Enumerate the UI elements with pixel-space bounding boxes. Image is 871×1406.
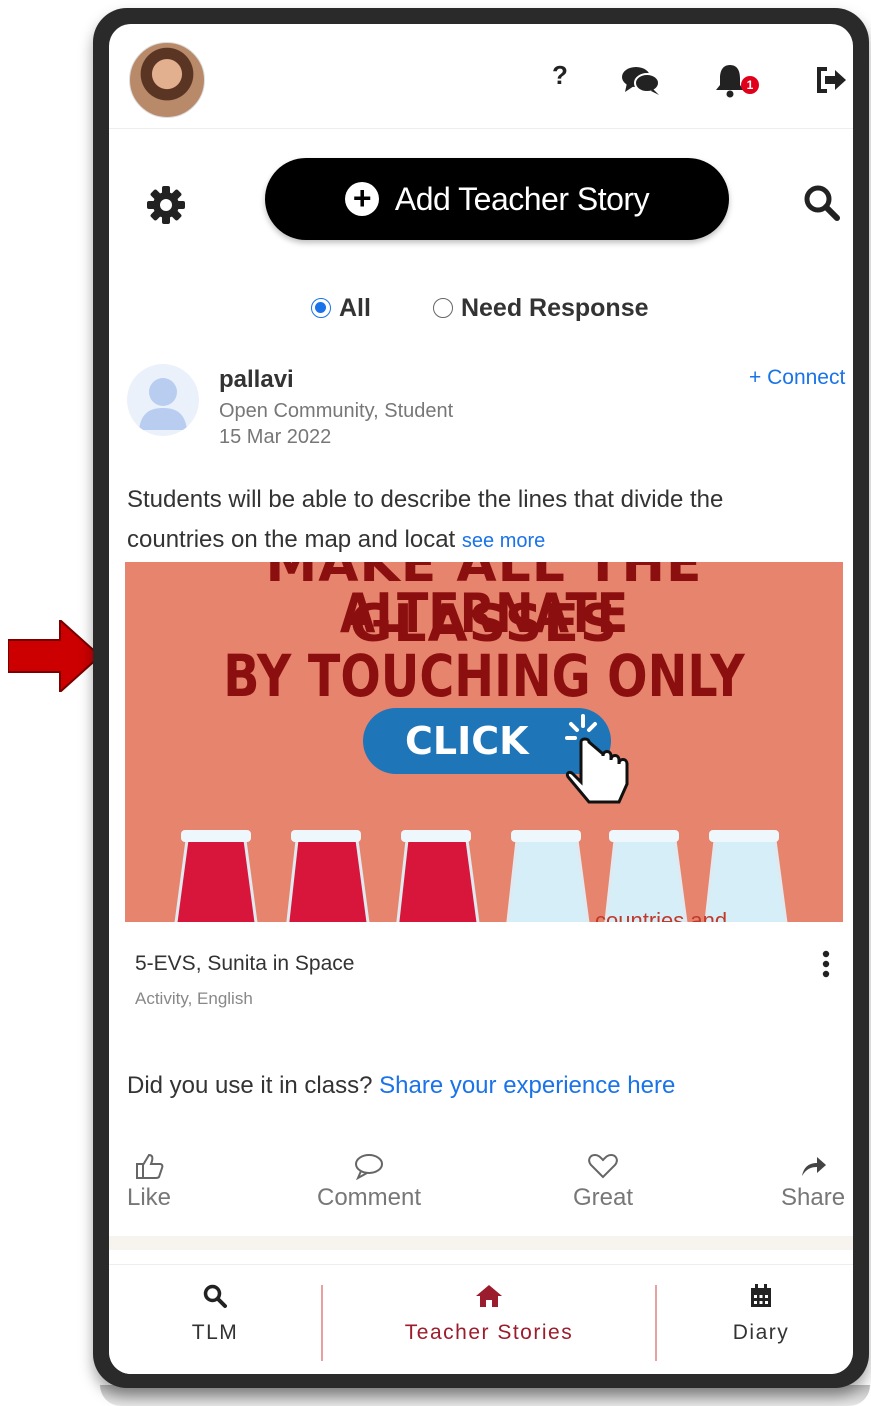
user-avatar[interactable] xyxy=(129,42,205,118)
search-icon[interactable] xyxy=(801,182,843,224)
nav-divider xyxy=(321,1285,323,1361)
more-options-icon[interactable] xyxy=(811,948,841,982)
share-button[interactable]: Share xyxy=(781,1152,845,1212)
add-teacher-story-button[interactable]: + Add Teacher Story xyxy=(265,158,729,240)
nav-teacher-stories-label: Teacher Stories xyxy=(404,1321,574,1344)
comment-icon xyxy=(355,1154,384,1180)
nav-tlm[interactable]: TLM xyxy=(167,1283,263,1345)
filter-need-response-label: Need Response xyxy=(460,293,649,322)
plus-circle-icon: + xyxy=(344,182,379,216)
filter-need-response-option[interactable]: Need Response xyxy=(432,292,649,324)
post-actions: Like Comment Great Share xyxy=(127,1152,851,1222)
media-bottom-text: countries and xyxy=(595,908,728,922)
share-label: Share xyxy=(781,1184,846,1211)
share-icon xyxy=(802,1157,827,1176)
top-bar: ? 1 xyxy=(109,24,853,129)
nav-divider xyxy=(655,1285,657,1361)
device-shadow xyxy=(100,1385,870,1406)
radio-need-response[interactable] xyxy=(432,298,453,318)
jugs-illustration xyxy=(174,830,788,922)
nav-tlm-label: TLM xyxy=(191,1321,239,1344)
comment-button[interactable]: Comment xyxy=(317,1152,421,1212)
search-icon xyxy=(203,1284,227,1308)
settings-gear-icon[interactable] xyxy=(145,184,187,226)
default-user-icon xyxy=(139,378,187,430)
post-body: Students will be able to describe the li… xyxy=(127,486,724,553)
radio-all[interactable] xyxy=(311,298,331,318)
resource-meta: Activity, English xyxy=(135,989,253,1008)
nav-teacher-stories[interactable]: Teacher Stories xyxy=(379,1283,599,1345)
great-button[interactable]: Great xyxy=(573,1152,633,1212)
see-more-link[interactable]: see more xyxy=(462,530,545,552)
chat-icon[interactable] xyxy=(621,64,661,96)
post-date: 15 Mar 2022 xyxy=(219,426,332,448)
bottom-navigation: TLM Teacher Stories Diary xyxy=(109,1264,853,1374)
filter-all-label: All xyxy=(339,293,371,322)
feed-separator xyxy=(109,1236,853,1250)
post-text: Students will be able to describe the li… xyxy=(127,480,827,561)
experience-prompt: Did you use it in class? Share your expe… xyxy=(127,1072,675,1100)
author-name[interactable]: pallavi xyxy=(219,366,294,394)
hand-pointer-icon xyxy=(565,714,629,804)
media-click-label: CLICK xyxy=(405,719,529,763)
nav-diary-label: Diary xyxy=(732,1321,790,1344)
nav-diary[interactable]: Diary xyxy=(711,1283,811,1345)
logout-icon[interactable] xyxy=(815,66,847,94)
connect-link[interactable]: + Connect xyxy=(749,366,845,390)
device-frame: ? 1 + Add Teacher Story All Need Respons… xyxy=(93,8,869,1388)
great-label: Great xyxy=(573,1184,634,1211)
help-icon[interactable]: ? xyxy=(552,60,568,91)
like-label: Like xyxy=(127,1184,172,1211)
filter-all-option[interactable]: All xyxy=(311,292,371,324)
add-story-label: Add Teacher Story xyxy=(394,180,650,217)
thumbs-up-icon xyxy=(136,1153,164,1179)
app-screen: ? 1 + Add Teacher Story All Need Respons… xyxy=(109,24,853,1374)
post-media-image[interactable]: MAKE ALL THE GLASSES ALTERNATE BY TOUCHI… xyxy=(125,562,843,922)
author-role: Open Community, Student xyxy=(219,400,454,422)
share-experience-link[interactable]: Share your experience here xyxy=(379,1072,675,1099)
experience-question: Did you use it in class? xyxy=(127,1072,373,1099)
home-icon xyxy=(476,1285,502,1307)
story-filter: All Need Response xyxy=(311,292,649,324)
media-line-1: ALTERNATE xyxy=(339,582,629,645)
heart-icon xyxy=(588,1153,618,1179)
comment-label: Comment xyxy=(317,1184,422,1211)
author-meta: Open Community, Student 15 Mar 2022 xyxy=(219,398,453,450)
notification-badge: 1 xyxy=(741,76,759,94)
calendar-icon xyxy=(751,1284,771,1307)
like-button[interactable]: Like xyxy=(127,1152,171,1212)
resource-title[interactable]: 5-EVS, Sunita in Space xyxy=(135,952,354,976)
author-avatar[interactable] xyxy=(127,364,199,436)
pointer-arrow-icon xyxy=(8,620,100,692)
